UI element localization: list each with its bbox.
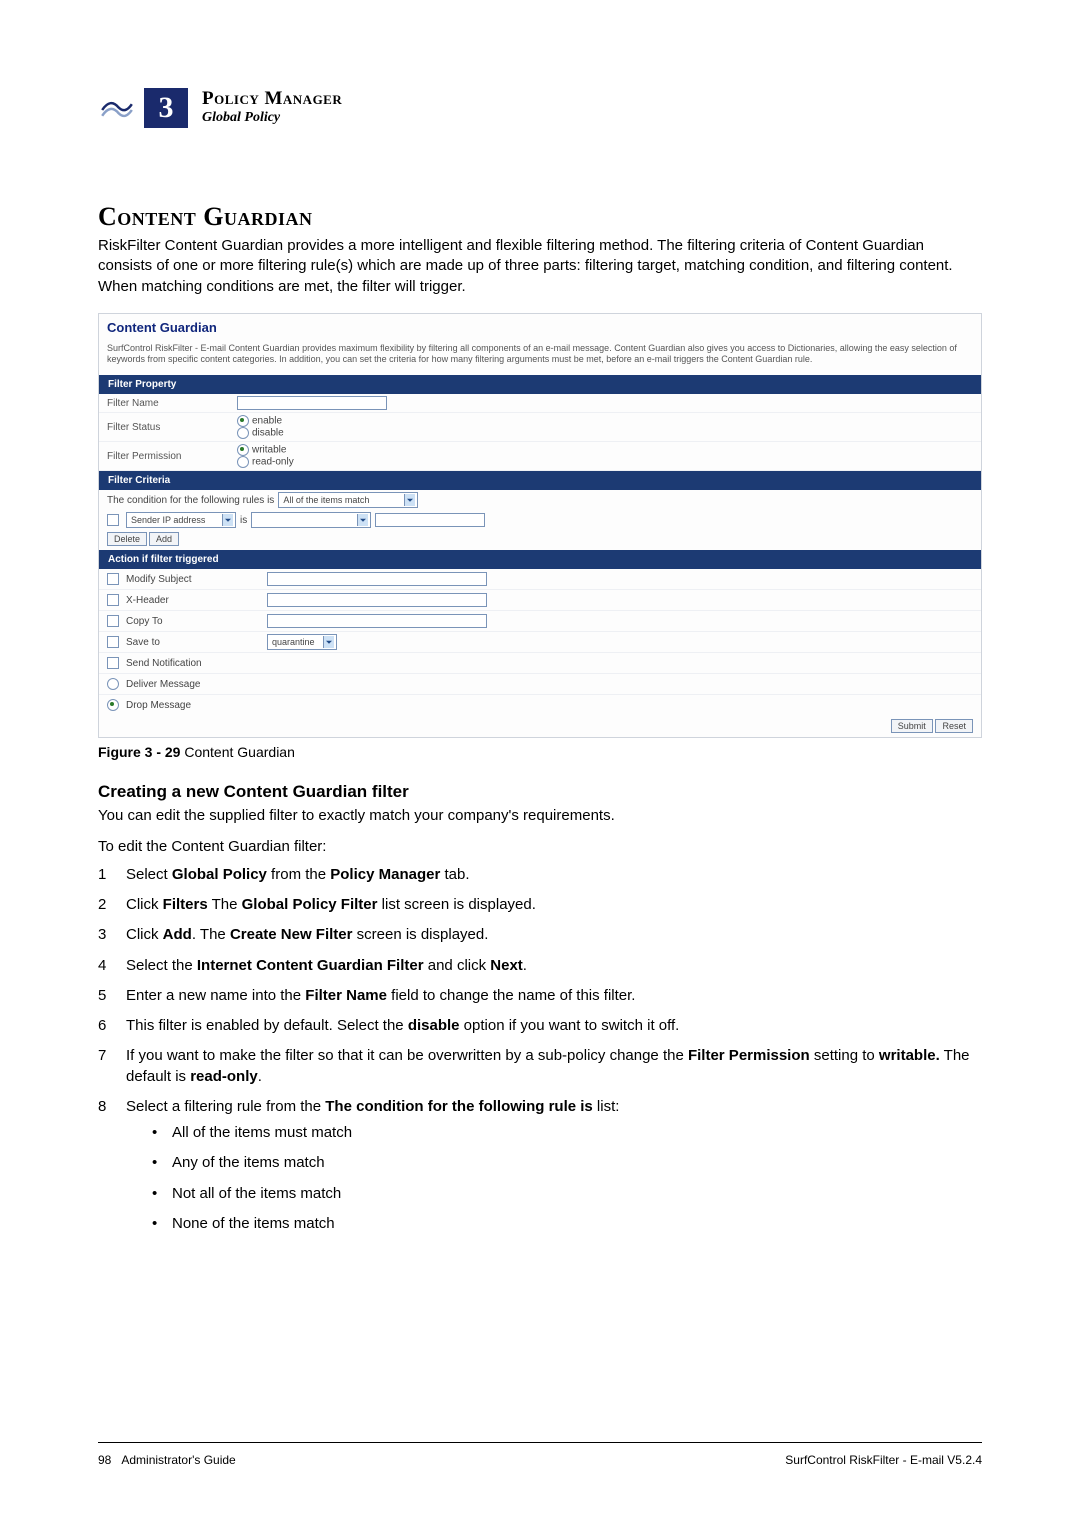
drop-label: Drop Message	[126, 700, 191, 711]
filter-status-label: Filter Status	[107, 422, 237, 433]
chapter-title: Policy Manager	[202, 88, 342, 110]
readonly-label: read-only	[252, 457, 294, 468]
copyto-checkbox[interactable]	[107, 615, 119, 627]
screenshot-panel: Content Guardian SurfControl RiskFilter …	[98, 313, 982, 739]
condition-select[interactable]: All of the items match	[278, 492, 418, 508]
send-notification-label: Send Notification	[126, 658, 202, 669]
page-number: 98	[98, 1453, 111, 1467]
step-1: Select Global Policy from the Policy Man…	[98, 865, 982, 885]
action-header: Action if filter triggered	[99, 550, 981, 569]
subsection-heading: Creating a new Content Guardian filter	[98, 782, 982, 802]
saveto-checkbox[interactable]	[107, 636, 119, 648]
value-select[interactable]	[251, 512, 371, 528]
submit-button[interactable]: Submit	[891, 719, 933, 733]
step-5: Enter a new name into the Filter Name fi…	[98, 986, 982, 1006]
copyto-label: Copy To	[126, 616, 163, 627]
modify-subject-input[interactable]	[267, 572, 487, 586]
step-6: This filter is enabled by default. Selec…	[98, 1016, 982, 1036]
copyto-input[interactable]	[267, 614, 487, 628]
modify-subject-checkbox[interactable]	[107, 573, 119, 585]
intro-paragraph: RiskFilter Content Guardian provides a m…	[98, 236, 982, 297]
guide-label: Administrator's Guide	[121, 1453, 235, 1467]
operator-label: is	[240, 515, 247, 526]
disable-label: disable	[252, 428, 284, 439]
deliver-radio[interactable]	[107, 678, 119, 690]
filter-name-input[interactable]	[237, 396, 387, 410]
field-select[interactable]: Sender IP address	[126, 512, 236, 528]
bullet-1: All of the items must match	[152, 1123, 982, 1143]
disable-radio[interactable]	[237, 427, 249, 439]
step-2: Click Filters The Global Policy Filter l…	[98, 895, 982, 915]
step-4: Select the Internet Content Guardian Fil…	[98, 956, 982, 976]
value-input[interactable]	[375, 513, 485, 527]
filter-name-label: Filter Name	[107, 398, 237, 409]
modify-subject-label: Modify Subject	[126, 574, 192, 585]
subsection-intro: You can edit the supplied filter to exac…	[98, 806, 982, 826]
writable-radio[interactable]	[237, 444, 249, 456]
bullet-3: Not all of the items match	[152, 1184, 982, 1204]
drop-radio[interactable]	[107, 699, 119, 711]
enable-label: enable	[252, 416, 282, 427]
step-3: Click Add. The Create New Filter screen …	[98, 925, 982, 945]
condition-text: The condition for the following rules is	[107, 495, 274, 506]
step-8: Select a filtering rule from the The con…	[98, 1097, 982, 1234]
logo-icon	[100, 96, 134, 124]
readonly-radio[interactable]	[237, 456, 249, 468]
reset-button[interactable]: Reset	[935, 719, 973, 733]
chapter-number-box: 3	[144, 88, 188, 128]
figure-caption: Figure 3 - 29 Content Guardian	[98, 744, 982, 760]
xheader-input[interactable]	[267, 593, 487, 607]
panel-title: Content Guardian	[99, 314, 981, 343]
steps-list: Select Global Policy from the Policy Man…	[98, 865, 982, 1234]
filter-permission-label: Filter Permission	[107, 451, 237, 462]
send-notification-checkbox[interactable]	[107, 657, 119, 669]
saveto-select[interactable]: quarantine	[267, 634, 337, 650]
rule-checkbox[interactable]	[107, 514, 119, 526]
saveto-label: Save to	[126, 637, 160, 648]
add-button[interactable]: Add	[149, 532, 179, 546]
chapter-subtitle: Global Policy	[202, 110, 342, 126]
section-heading: Content Guardian	[98, 202, 982, 232]
panel-description: SurfControl RiskFilter - E-mail Content …	[99, 343, 981, 376]
xheader-label: X-Header	[126, 595, 169, 606]
filter-criteria-header: Filter Criteria	[99, 471, 981, 490]
bullet-4: None of the items match	[152, 1214, 982, 1234]
filter-property-header: Filter Property	[99, 375, 981, 394]
writable-label: writable	[252, 445, 286, 456]
delete-button[interactable]: Delete	[107, 532, 147, 546]
product-label: SurfControl RiskFilter - E-mail V5.2.4	[785, 1453, 982, 1467]
deliver-label: Deliver Message	[126, 679, 200, 690]
bullet-2: Any of the items match	[152, 1153, 982, 1173]
subsection-lead: To edit the Content Guardian filter:	[98, 837, 982, 857]
step-7: If you want to make the filter so that i…	[98, 1046, 982, 1087]
bullets-list: All of the items must match Any of the i…	[152, 1123, 982, 1234]
page-footer: 98 Administrator's Guide SurfControl Ris…	[98, 1442, 982, 1467]
enable-radio[interactable]	[237, 415, 249, 427]
xheader-checkbox[interactable]	[107, 594, 119, 606]
